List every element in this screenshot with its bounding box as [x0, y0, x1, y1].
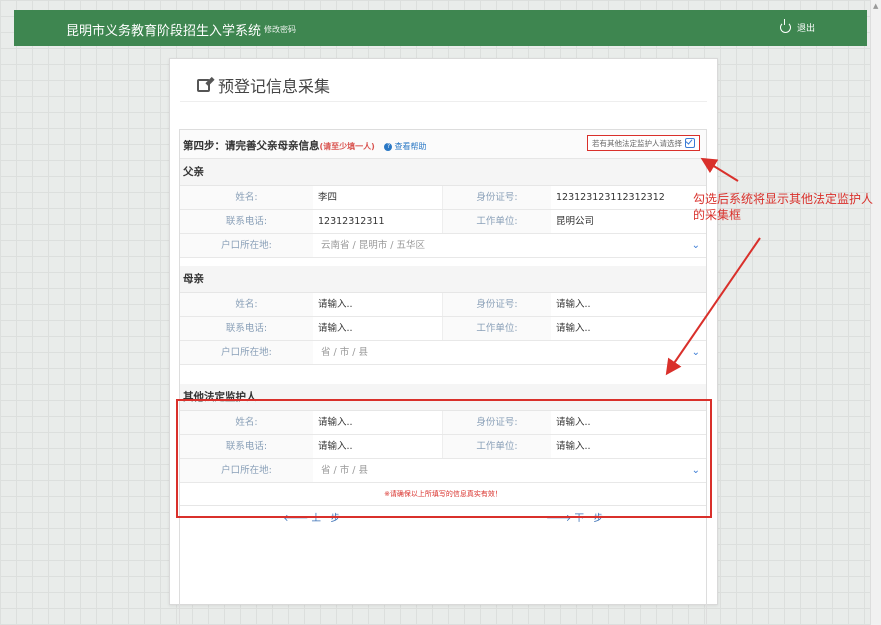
step-text: 第四步：请完善父亲母亲信息	[183, 140, 320, 152]
mother-section: 母亲 姓名: 请输入.. 身份证号: 请输入.. 联系电话: 请输入.. 工作单…	[180, 266, 706, 365]
mother-address-value: 省 / 市 / 县	[321, 347, 368, 358]
question-circle-icon: ?	[384, 142, 393, 151]
prev-label: 上一步	[311, 513, 340, 524]
edit-icon	[197, 78, 210, 92]
mother-name-field[interactable]: 请输入..	[313, 293, 443, 316]
other-work-field[interactable]: 请输入..	[551, 435, 706, 458]
address-label: 户口所在地:	[180, 459, 313, 482]
other-address-select[interactable]: 省 / 市 / 县 ⌄	[313, 459, 706, 482]
next-label: 下一步	[574, 513, 603, 524]
mother-row-1: 姓名: 请输入.. 身份证号: 请输入..	[180, 293, 706, 317]
system-title: 昆明市义务教育阶段招生入学系统	[66, 24, 262, 39]
name-label: 姓名:	[180, 411, 313, 434]
step-navigation: 🡐 上一步 🡒 下一步	[180, 505, 706, 532]
guardian-panel: 第四步：请完善父亲母亲信息(请至少填一人) ? 查看帮助 若有其他法定监护人请选择…	[179, 129, 707, 625]
father-row-3: 户口所在地: 云南省 / 昆明市 / 五华区 ⌄	[180, 234, 706, 258]
help-label: 查看帮助	[394, 142, 427, 151]
prev-step-button[interactable]: 🡐 上一步	[180, 506, 443, 532]
form-card: 预登记信息采集 第四步：请完善父亲母亲信息(请至少填一人) ? 查看帮助 若有其他…	[169, 58, 718, 625]
father-row-1: 姓名: 李四 身份证号: 123123123112312312	[180, 186, 706, 210]
other-address-value: 省 / 市 / 县	[321, 465, 368, 476]
father-id-field[interactable]: 123123123112312312	[551, 186, 706, 209]
father-address-select[interactable]: 云南省 / 昆明市 / 五华区 ⌄	[313, 234, 706, 257]
father-phone-field[interactable]: 12312312311	[313, 210, 443, 233]
phone-label: 联系电话:	[180, 317, 313, 340]
id-label: 身份证号:	[443, 293, 551, 316]
chevron-down-icon[interactable]: ⌄	[692, 459, 700, 482]
other-guardian-section: 其他法定监护人 姓名: 请输入.. 身份证号: 请输入.. 联系电话: 请输入.…	[180, 384, 706, 483]
scroll-up-arrow-icon[interactable]: ▲	[873, 2, 878, 10]
other-name-field[interactable]: 请输入..	[313, 411, 443, 434]
arrow-left-icon: 🡐	[282, 513, 312, 524]
other-guardian-toggle[interactable]: 若有其他法定监护人请选择	[587, 135, 700, 151]
father-name-field[interactable]: 李四	[313, 186, 443, 209]
mother-id-field[interactable]: 请输入..	[551, 293, 706, 316]
top-navbar: 昆明市义务教育阶段招生入学系统 修改密码 退出	[14, 10, 867, 46]
mother-heading: 母亲	[180, 266, 706, 293]
work-label: 工作单位:	[443, 210, 551, 233]
change-password-link[interactable]: 修改密码	[264, 24, 296, 35]
phone-label: 联系电话:	[180, 435, 313, 458]
work-label: 工作单位:	[443, 317, 551, 340]
id-label: 身份证号:	[443, 186, 551, 209]
mother-row-2: 联系电话: 请输入.. 工作单位: 请输入..	[180, 317, 706, 341]
other-phone-field[interactable]: 请输入..	[313, 435, 443, 458]
father-section: 父亲 姓名: 李四 身份证号: 123123123112312312 联系电话:…	[180, 159, 706, 258]
annotation-note: 勾选后系统将显示其他法定监护人的采集框	[693, 192, 874, 222]
power-icon	[779, 19, 791, 33]
step-note: (请至少填一人)	[319, 142, 375, 151]
title-divider	[180, 101, 707, 102]
mother-work-field[interactable]: 请输入..	[551, 317, 706, 340]
page-title: 预登记信息采集	[197, 73, 330, 97]
logout-button[interactable]: 退出	[779, 19, 815, 34]
father-row-2: 联系电话: 12312312311 工作单位: 昆明公司	[180, 210, 706, 234]
mother-address-select[interactable]: 省 / 市 / 县 ⌄	[313, 341, 706, 364]
next-step-button[interactable]: 🡒 下一步	[443, 506, 706, 532]
mother-phone-field[interactable]: 请输入..	[313, 317, 443, 340]
id-label: 身份证号:	[443, 411, 551, 434]
arrow-right-icon: 🡒	[545, 513, 575, 524]
chevron-down-icon[interactable]: ⌄	[692, 341, 700, 364]
phone-label: 联系电话:	[180, 210, 313, 233]
footer-hint: ※请确保以上所填写的信息真实有效！	[384, 490, 502, 498]
name-label: 姓名:	[180, 293, 313, 316]
other-row-1: 姓名: 请输入.. 身份证号: 请输入..	[180, 411, 706, 435]
page-scrollbar[interactable]: ▲	[870, 0, 881, 625]
address-label: 户口所在地:	[180, 234, 313, 257]
mother-row-3: 户口所在地: 省 / 市 / 县 ⌄	[180, 341, 706, 365]
other-guardian-toggle-label: 若有其他法定监护人请选择	[592, 138, 682, 148]
checkbox-icon[interactable]	[685, 138, 695, 148]
help-link[interactable]: ? 查看帮助	[384, 142, 426, 151]
other-row-2: 联系电话: 请输入.. 工作单位: 请输入..	[180, 435, 706, 459]
father-work-field[interactable]: 昆明公司	[551, 210, 706, 233]
chevron-down-icon[interactable]: ⌄	[692, 234, 700, 257]
work-label: 工作单位:	[443, 435, 551, 458]
page-title-text: 预登记信息采集	[218, 77, 331, 96]
address-label: 户口所在地:	[180, 341, 313, 364]
other-id-field[interactable]: 请输入..	[551, 411, 706, 434]
name-label: 姓名:	[180, 186, 313, 209]
father-heading: 父亲	[180, 159, 706, 186]
other-guardian-heading: 其他法定监护人	[180, 384, 706, 411]
step-header: 第四步：请完善父亲母亲信息(请至少填一人) ? 查看帮助 若有其他法定监护人请选择	[180, 130, 706, 159]
father-address-value: 云南省 / 昆明市 / 五华区	[321, 240, 425, 251]
step-title: 第四步：请完善父亲母亲信息(请至少填一人) ? 查看帮助	[183, 138, 426, 153]
logout-label: 退出	[796, 24, 815, 34]
other-row-3: 户口所在地: 省 / 市 / 县 ⌄	[180, 459, 706, 483]
